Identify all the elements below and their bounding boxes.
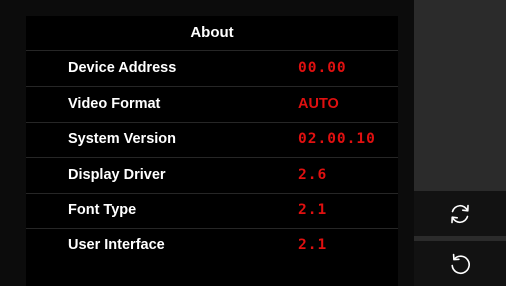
info-row-video-format: Video Format AUTO — [26, 87, 398, 123]
row-value: 2.1 — [298, 202, 328, 218]
row-value: AUTO — [298, 96, 339, 112]
info-row-font-type: Font Type 2.1 — [26, 193, 398, 229]
info-row-display-driver: Display Driver 2.6 — [26, 158, 398, 194]
row-value: 2.1 — [298, 237, 328, 253]
row-value: 2.6 — [298, 167, 328, 183]
sidebar — [414, 0, 506, 286]
info-row-device-address: Device Address 00.00 — [26, 51, 398, 87]
back-icon — [451, 253, 470, 274]
info-row-system-version: System Version 02.00.10 — [26, 122, 398, 158]
about-panel: About Device Address 00.00 Video Format … — [26, 16, 398, 286]
row-label: System Version — [68, 131, 176, 147]
row-label: Display Driver — [68, 167, 166, 183]
row-value: 00.00 — [298, 60, 347, 76]
back-button[interactable] — [414, 241, 506, 286]
row-label: Video Format — [68, 96, 161, 112]
info-row-user-interface: User Interface 2.1 — [26, 228, 398, 263]
row-label: Font Type — [68, 202, 137, 218]
row-value: 02.00.10 — [298, 131, 376, 147]
refresh-icon — [451, 204, 469, 223]
page-title: About — [26, 16, 398, 51]
row-label: Device Address — [68, 60, 177, 76]
refresh-button[interactable] — [414, 191, 506, 236]
screen: About Device Address 00.00 Video Format … — [0, 0, 506, 286]
row-label: User Interface — [68, 237, 165, 253]
